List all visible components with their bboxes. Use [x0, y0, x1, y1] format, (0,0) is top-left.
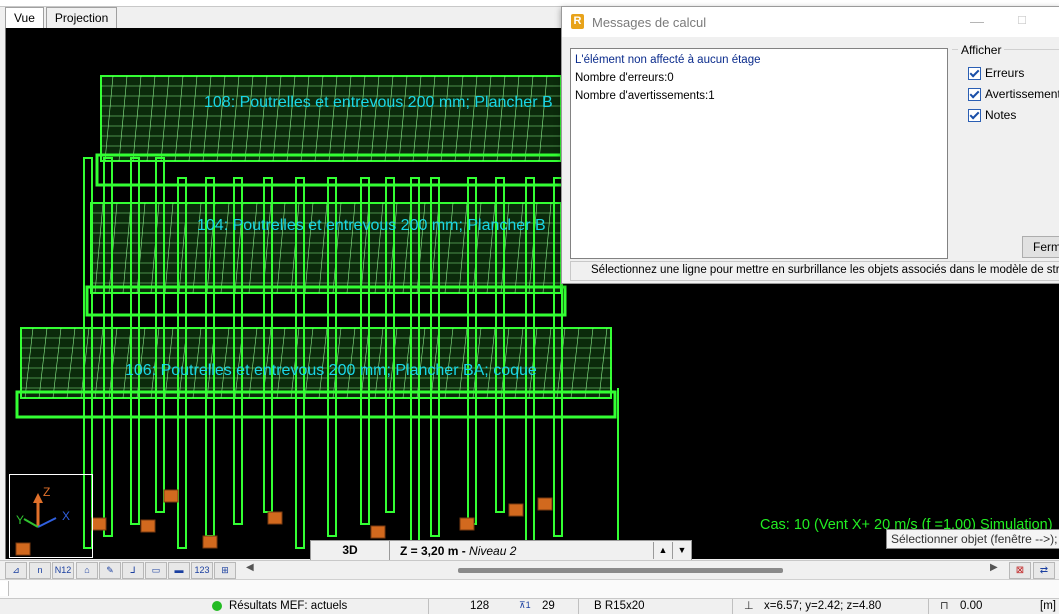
- calculation-messages-dialog: R Messages de calcul — ☐ L'élément non a…: [561, 6, 1059, 284]
- scroll-left-icon[interactable]: ◀: [246, 562, 254, 573]
- bottom-toolbar: ⊿ n N12 ⌂ ✎ ⅃ ▭ ▬ 123 ⊞ ◀ ▶ ⊠ ⇄: [0, 560, 1059, 579]
- toolbar-button-7[interactable]: ▭: [145, 562, 167, 579]
- support-block: [140, 519, 156, 533]
- toolbar-button-10[interactable]: ⊞: [214, 562, 236, 579]
- notes-checkbox[interactable]: [968, 108, 981, 122]
- axis-triad: Z X Y: [9, 474, 93, 558]
- unit-label: [m]: [1040, 600, 1056, 612]
- select-object-tooltip: Sélectionner objet (fenêtre -->); c: [886, 529, 1059, 549]
- support-block: [508, 503, 524, 517]
- view-mode-3d[interactable]: 3D: [311, 541, 390, 560]
- messages-list[interactable]: L'élément non affecté à aucun étage Nomb…: [570, 48, 948, 259]
- toolbar-button-6[interactable]: ⅃: [122, 562, 144, 579]
- tab-projection[interactable]: Projection: [45, 7, 118, 28]
- cursor-coordinates: x=6.57; y=2.42; z=4.80: [764, 600, 882, 612]
- dialog-titlebar[interactable]: R Messages de calcul — ☐: [562, 7, 1059, 37]
- errors-checkbox[interactable]: [968, 66, 981, 80]
- status-separator: [732, 599, 733, 614]
- support-block: [91, 517, 107, 531]
- axis-x-label: X: [62, 509, 71, 523]
- toolbar-button-5[interactable]: ✎: [99, 562, 121, 579]
- node-count: 128: [470, 600, 490, 612]
- status-bar: Résultats MEF: actuels 128 ⊼1 29 B R15x2…: [0, 598, 1059, 614]
- filter-errors[interactable]: Erreurs: [968, 66, 1024, 80]
- axis-z-label: Z: [43, 485, 51, 499]
- display-filter-group: Afficher Erreurs Avertissements Notes: [952, 43, 1059, 158]
- close-button[interactable]: Fermer: [1022, 236, 1059, 258]
- support-block: [370, 525, 386, 539]
- slab-label-bottom: 106: Poutrelles et entrevous 200 mm; Pla…: [125, 362, 537, 379]
- status-separator: [928, 599, 929, 614]
- filter-notes[interactable]: Notes: [968, 108, 1016, 122]
- notes-label: Notes: [985, 108, 1017, 122]
- input-bar: [0, 579, 1059, 598]
- horizontal-scrollbar[interactable]: [260, 565, 990, 575]
- status-separator: [578, 599, 579, 614]
- warnings-checkbox[interactable]: [968, 87, 981, 101]
- scrollbar-thumb[interactable]: [458, 568, 783, 573]
- bar-icon: ⊼1: [519, 600, 531, 610]
- dialog-hint: Sélectionnez une ligne pour mettre en su…: [591, 264, 1059, 276]
- support-block: [202, 535, 218, 549]
- message-item[interactable]: Nombre d'erreurs:0: [575, 72, 674, 84]
- coordinate-icon: ⊥: [744, 600, 754, 612]
- view-level-bar: 3D Z = 3,20 m - Niveau 2 ▲ ▼: [310, 540, 692, 561]
- scroll-right-icon[interactable]: ▶: [990, 562, 998, 573]
- angle-value: 0.00: [960, 600, 983, 612]
- level-down-arrow-icon[interactable]: ▼: [672, 542, 691, 559]
- message-item[interactable]: L'élément non affecté à aucun étage: [575, 54, 761, 66]
- fem-results-status: Résultats MEF: actuels: [229, 600, 348, 612]
- message-item[interactable]: Nombre d'avertissements:1: [575, 90, 715, 102]
- support-block: [163, 489, 179, 503]
- command-input[interactable]: [0, 581, 9, 596]
- tab-vue[interactable]: Vue: [5, 7, 44, 28]
- toolbar-button-2[interactable]: n: [29, 562, 51, 579]
- slab-label-middle: 104: Poutrelles et entrevous 200 mm; Pla…: [197, 217, 546, 234]
- support-block: [537, 497, 553, 511]
- support-block: [267, 511, 283, 525]
- status-separator: [428, 599, 429, 614]
- minimize-icon[interactable]: —: [967, 11, 987, 31]
- warnings-label: Avertissements: [985, 87, 1059, 101]
- robot-app-icon: R: [571, 14, 584, 29]
- dialog-hint-bar: Sélectionnez une ligne pour mettre en su…: [570, 261, 1059, 281]
- level-prefix: Z = 3,20 m -: [400, 543, 470, 558]
- toolbar-button-3[interactable]: N12: [52, 562, 74, 579]
- support-block: [459, 517, 475, 531]
- level-up-arrow-icon[interactable]: ▲: [653, 542, 672, 559]
- bar-count: 29: [542, 600, 555, 612]
- level-selector[interactable]: Z = 3,20 m - Niveau 2: [390, 544, 653, 558]
- slab-outline: [100, 75, 562, 162]
- slab-label-top: 108: Poutrelles et entrevous 200 mm; Pla…: [204, 94, 553, 111]
- angle-icon: ⊓: [940, 600, 949, 612]
- fem-status-icon: [212, 601, 222, 611]
- maximize-icon[interactable]: ☐: [1012, 11, 1032, 31]
- view-tabs: Vue Projection: [5, 7, 119, 28]
- dialog-title: Messages de calcul: [592, 15, 707, 30]
- toolbar-button-1[interactable]: ⊿: [5, 562, 27, 579]
- filter-warnings[interactable]: Avertissements: [968, 87, 1059, 101]
- level-name: Niveau 2: [469, 543, 517, 558]
- display-options-icon[interactable]: ⊠: [1009, 562, 1031, 579]
- toolbar-button-8[interactable]: ▬: [168, 562, 190, 579]
- display-filter-label: Afficher: [958, 43, 1005, 57]
- axis-y-label: Y: [16, 513, 25, 527]
- errors-label: Erreurs: [985, 66, 1025, 80]
- section-name: B R15x20: [594, 600, 645, 612]
- toolbar-button-9[interactable]: 123: [191, 562, 213, 579]
- toolbar-button-4[interactable]: ⌂: [76, 562, 98, 579]
- link-options-icon[interactable]: ⇄: [1033, 562, 1055, 579]
